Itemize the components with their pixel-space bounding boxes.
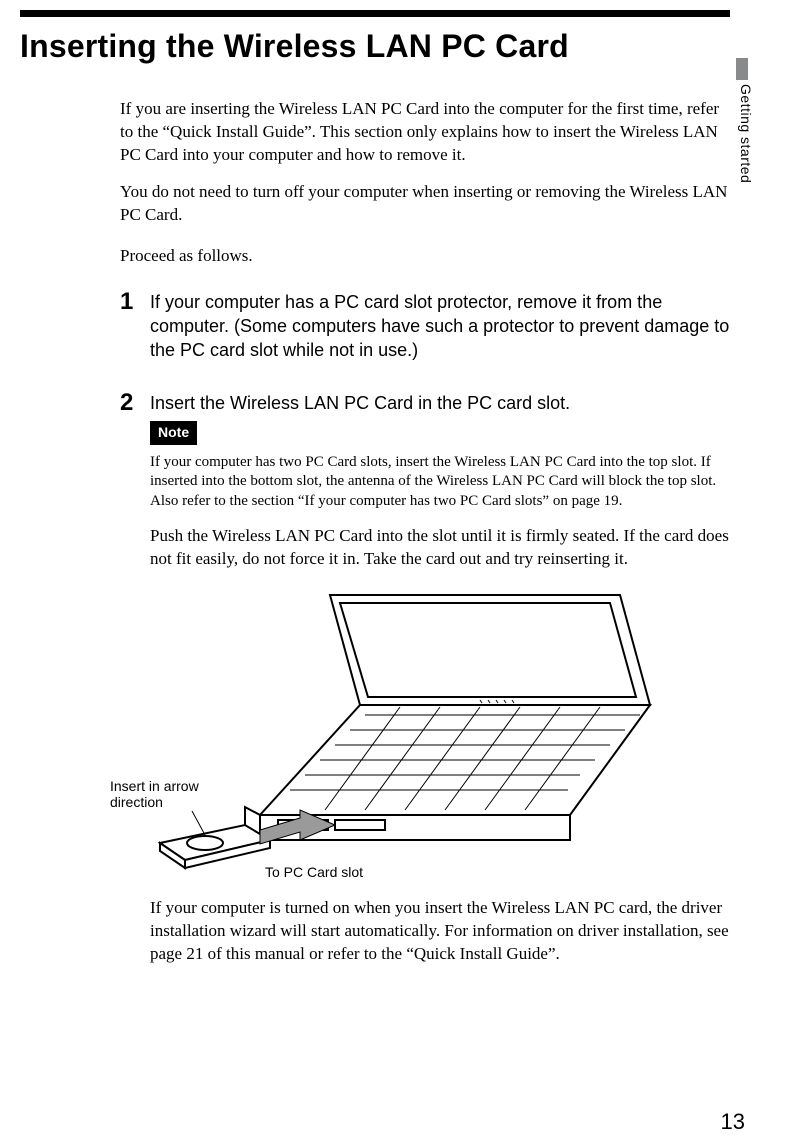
step-number: 1: [120, 286, 133, 318]
step-text: If your computer has a PC card slot prot…: [150, 290, 730, 363]
step-paragraph: If your computer is turned on when you i…: [150, 897, 730, 966]
note-text: If your computer has two PC Card slots, …: [150, 453, 730, 512]
side-tab-marker: [736, 58, 748, 80]
illustration-label-to-pc-card-slot: To PC Card slot: [265, 863, 363, 882]
body-content: If you are inserting the Wireless LAN PC…: [120, 98, 730, 966]
intro-paragraph: You do not need to turn off your compute…: [120, 181, 730, 227]
step-2: 2 Insert the Wireless LAN PC Card in the…: [120, 391, 730, 966]
step-list: 1 If your computer has a PC card slot pr…: [120, 290, 730, 966]
side-tab-label: Getting started: [736, 84, 755, 183]
page-title: Inserting the Wireless LAN PC Card: [20, 25, 730, 68]
intro-paragraph: Proceed as follows.: [120, 245, 730, 268]
laptop-insert-card-illustration: Insert in arrow direction To PC Card slo…: [150, 585, 730, 885]
top-rule: [20, 10, 730, 17]
step-paragraph: Push the Wireless LAN PC Card into the s…: [150, 525, 730, 571]
note-label: Note: [150, 421, 197, 445]
intro-paragraph: If you are inserting the Wireless LAN PC…: [120, 98, 730, 167]
illustration-label-insert-direction-line2: direction: [110, 793, 163, 812]
step-text: Insert the Wireless LAN PC Card in the P…: [150, 391, 730, 415]
page-number: 13: [721, 1107, 745, 1137]
step-number: 2: [120, 387, 133, 419]
step-1: 1 If your computer has a PC card slot pr…: [120, 290, 730, 363]
document-page: Inserting the Wireless LAN PC Card Getti…: [0, 0, 805, 1014]
